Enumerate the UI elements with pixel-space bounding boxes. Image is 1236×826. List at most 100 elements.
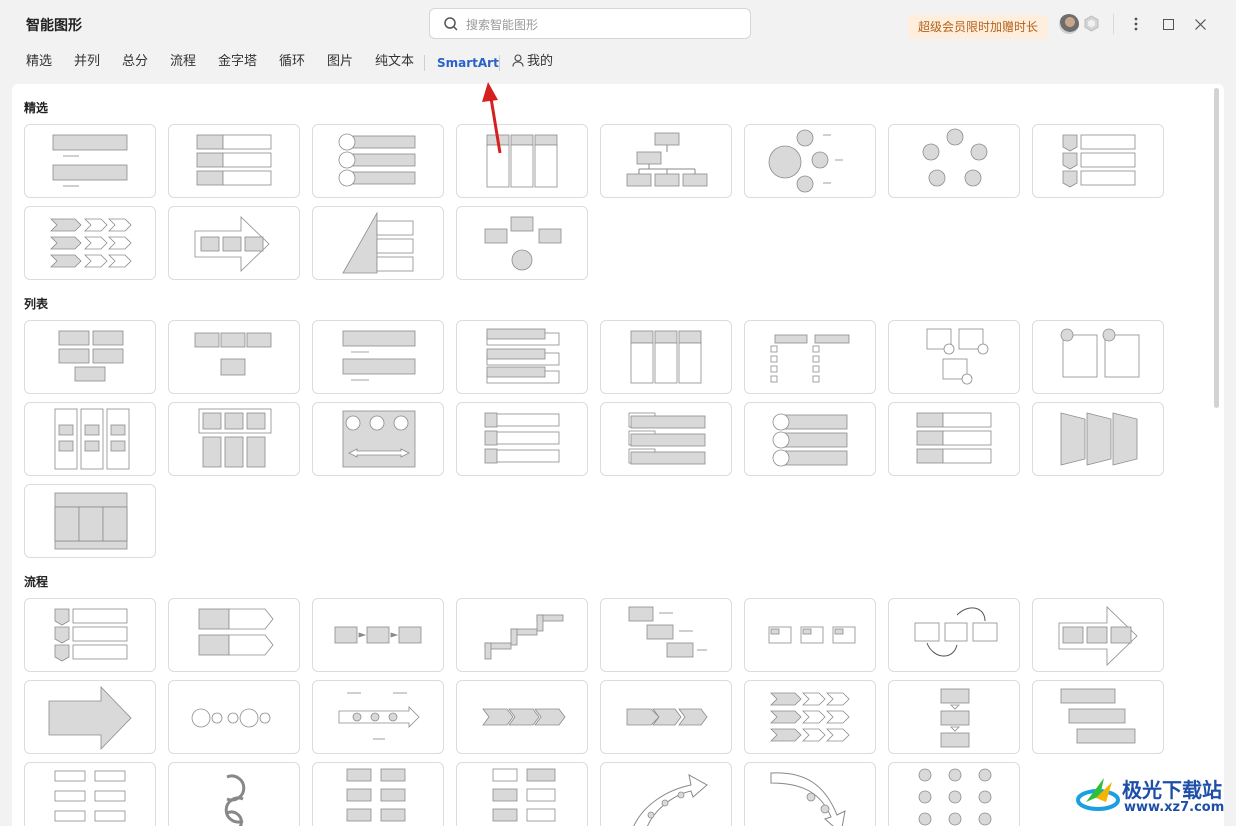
maximize-icon[interactable]	[1158, 14, 1178, 34]
template-preview-bullet-bars	[628, 412, 706, 465]
template-card-tile-columns[interactable]	[24, 402, 156, 476]
template-card-horizontal-bullets[interactable]	[312, 320, 444, 394]
template-card-chevron-list[interactable]	[1032, 124, 1164, 198]
template-card-cycle[interactable]	[888, 124, 1020, 198]
template-card-picture-strip[interactable]	[312, 402, 444, 476]
template-preview-pyramid-list	[342, 211, 414, 274]
close-icon[interactable]	[1190, 14, 1210, 34]
template-preview-snake-process	[346, 768, 406, 822]
template-card-block-grid[interactable]	[24, 320, 156, 394]
template-card-arrow-process[interactable]	[168, 206, 300, 280]
template-card-chevron-process[interactable]	[24, 206, 156, 280]
template-card-org-chart[interactable]	[600, 124, 732, 198]
watermark: 极光下载站 www.xz7.com	[1076, 772, 1226, 820]
template-card-pyramid-list[interactable]	[312, 206, 444, 280]
watermark-logo-icon	[1076, 778, 1120, 811]
template-card-columns[interactable]	[456, 124, 588, 198]
tab-mine[interactable]: 我的	[512, 52, 553, 72]
template-card-circle-list[interactable]	[744, 402, 876, 476]
template-preview-basic-process	[334, 626, 422, 644]
template-card-converging[interactable]	[456, 206, 588, 280]
search-input[interactable]: 搜索智能图形	[429, 8, 751, 39]
template-preview-grid-process	[54, 770, 126, 822]
template-card-basic-process[interactable]	[312, 598, 444, 672]
template-card-big-arrow[interactable]	[24, 680, 156, 754]
tab-smartart[interactable]: SmartArt	[437, 53, 499, 73]
template-card-column-list[interactable]	[600, 320, 732, 394]
template-card-pentagon-row[interactable]	[600, 680, 732, 754]
template-preview-column-list	[630, 330, 702, 384]
template-card-bullet-bars[interactable]	[600, 402, 732, 476]
template-preview-checklist	[770, 334, 850, 383]
more-icon[interactable]	[1126, 14, 1146, 34]
template-card-chevron-steps[interactable]	[24, 598, 156, 672]
category-tabs: 精选 并列 总分 流程 金字塔 循环 图片 纯文本 SmartArt 我的	[0, 52, 1236, 74]
template-card-cycle-process[interactable]	[888, 598, 1020, 672]
template-card-bullet-rows[interactable]	[168, 124, 300, 198]
template-card-snake-process[interactable]	[312, 762, 444, 826]
tab-process[interactable]: 流程	[170, 52, 196, 72]
tab-featured[interactable]: 精选	[26, 52, 52, 72]
template-card-label-list[interactable]	[888, 402, 1020, 476]
watermark-text: 极光下载站	[1122, 778, 1222, 802]
tab-picture[interactable]: 图片	[327, 52, 353, 72]
template-preview-circular-arrows	[224, 774, 246, 826]
template-card-chevron-row[interactable]	[456, 680, 588, 754]
template-card-branch-process[interactable]	[456, 762, 588, 826]
template-card-circle-grid[interactable]	[888, 762, 1020, 826]
template-card-stacked-tabs[interactable]	[456, 320, 588, 394]
scrollbar[interactable]	[1214, 88, 1219, 408]
template-card-timeline-arrow[interactable]	[312, 680, 444, 754]
template-card-picture-frames[interactable]	[1032, 320, 1164, 394]
template-card-table-hierarchy[interactable]	[24, 484, 156, 558]
template-card-bending-process[interactable]	[600, 598, 732, 672]
template-card-table-list[interactable]	[168, 402, 300, 476]
template-card-circle-timeline[interactable]	[168, 680, 300, 754]
template-preview-columns	[486, 134, 558, 188]
template-card-stair-down[interactable]	[1032, 680, 1164, 754]
title-bar: 智能图形 搜索智能图形 超级会员限时加赠时长	[0, 0, 1236, 48]
template-card-list-boxes[interactable]	[24, 124, 156, 198]
template-preview-branch-process	[492, 768, 556, 822]
template-card-down-arrow[interactable]	[744, 762, 876, 826]
template-card-trapezoid-list[interactable]	[1032, 402, 1164, 476]
template-preview-chevron-list	[1062, 134, 1136, 188]
template-card-chevron-lists[interactable]	[744, 680, 876, 754]
red-annotation-arrow	[482, 82, 502, 154]
vip-promo-button[interactable]: 超级会员限时加赠时长	[908, 15, 1049, 39]
avatar[interactable]	[1059, 14, 1079, 34]
tab-parallel[interactable]: 并列	[74, 52, 100, 72]
template-preview-circle-timeline	[191, 708, 271, 728]
template-preview-curved-arrow	[633, 774, 708, 826]
template-preview-bending-process	[628, 606, 707, 658]
template-preview-list-boxes	[52, 134, 128, 187]
template-card-grouped-list[interactable]	[168, 320, 300, 394]
section-title-list: 列表	[24, 297, 49, 311]
template-card-grid-process[interactable]	[24, 762, 156, 826]
template-card-vertical-process[interactable]	[888, 680, 1020, 754]
search-placeholder: 搜索智能图形	[466, 18, 539, 32]
tab-pyramid[interactable]: 金字塔	[218, 52, 257, 72]
template-card-tab-list[interactable]	[456, 402, 588, 476]
template-card-circular-arrows[interactable]	[168, 762, 300, 826]
template-preview-big-arrow	[48, 686, 132, 750]
template-preview-label-list	[916, 412, 992, 464]
template-preview-horizontal-bullets	[342, 330, 416, 381]
section-title-featured: 精选	[24, 101, 49, 115]
template-preview-cycle-process	[914, 607, 998, 657]
tab-hierarchy[interactable]: 总分	[122, 52, 148, 72]
tab-plain-text[interactable]: 纯文本	[375, 52, 414, 72]
template-card-curved-arrow[interactable]	[600, 762, 732, 826]
template-preview-table-hierarchy	[54, 492, 128, 550]
template-card-staircase[interactable]	[456, 598, 588, 672]
template-card-radial-circles[interactable]	[744, 124, 876, 198]
tab-cycle[interactable]: 循环	[279, 52, 305, 72]
template-card-arrow-bullets[interactable]	[168, 598, 300, 672]
template-preview-stacked-tabs	[486, 328, 560, 384]
template-card-box-process[interactable]	[744, 598, 876, 672]
template-card-circle-bars[interactable]	[312, 124, 444, 198]
template-preview-cycle	[922, 128, 988, 187]
template-card-checklist[interactable]	[744, 320, 876, 394]
template-card-picture-cards[interactable]	[888, 320, 1020, 394]
template-card-arrow-boxes[interactable]	[1032, 598, 1164, 672]
